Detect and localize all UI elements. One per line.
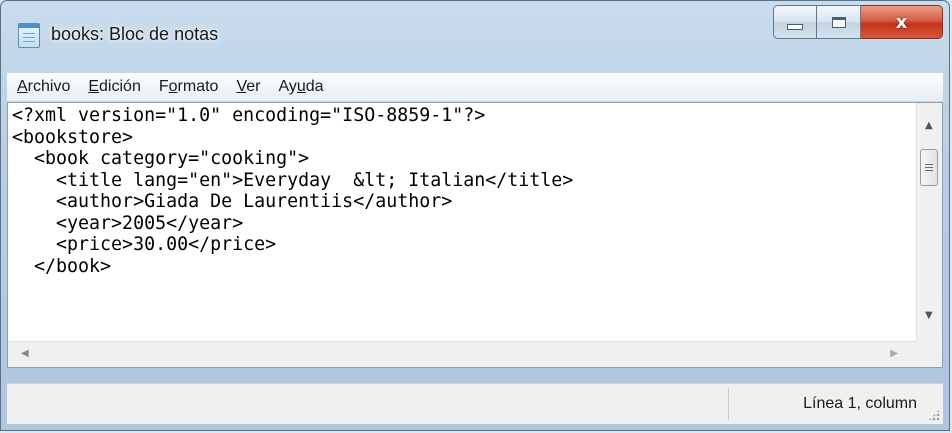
close-button[interactable]: x (861, 5, 943, 39)
menu-edicion[interactable]: Edición (79, 78, 149, 96)
menu-label: dición (99, 78, 141, 95)
menu-mnemonic: V (236, 78, 247, 95)
text-line: <year>2005</year> (12, 212, 244, 234)
grip-line (925, 164, 933, 165)
text-line: <price>30.00</price> (12, 234, 277, 255)
vertical-scrollbar[interactable]: ▲ ▼ (916, 103, 942, 341)
cursor-position: Línea 1, column (803, 395, 917, 412)
scroll-down-icon[interactable]: ▼ (925, 311, 933, 321)
text-editor[interactable]: <?xml version="1.0" encoding="ISO-8859-1… (7, 102, 943, 368)
menu-mnemonic: A (17, 78, 28, 95)
scroll-right-icon[interactable]: ▶ (890, 349, 898, 359)
text-line: <title lang="en">Everyday &lt; Italian</… (12, 169, 574, 191)
title-bar[interactable]: books: Bloc de notas x (1, 1, 949, 61)
menu-label: rchivo (27, 78, 71, 95)
minimize-button[interactable] (773, 5, 817, 39)
text-line: <?xml version="1.0" encoding="ISO-8859-1… (12, 105, 486, 126)
grip-line (925, 170, 933, 171)
horizontal-scrollbar[interactable]: ◀ ▶ (8, 341, 916, 367)
text-line: <book category="cooking"> (12, 148, 310, 169)
menu-mnemonic: o (168, 78, 178, 95)
vertical-scroll-thumb[interactable] (920, 149, 938, 186)
menu-formato[interactable]: Formato (150, 78, 228, 96)
menu-label: rmato (177, 78, 219, 95)
maximize-button[interactable] (817, 5, 861, 39)
scroll-left-icon[interactable]: ◀ (21, 349, 29, 359)
menu-mnemonic: u (296, 78, 306, 95)
window-title: books: Bloc de notas (51, 24, 219, 44)
notepad-icon[interactable] (18, 23, 40, 48)
maximize-icon (831, 16, 846, 28)
menu-mnemonic: E (88, 78, 100, 95)
menu-bar: Archivo Edición Formato Ver Ayuda (7, 73, 943, 102)
grip-line (925, 167, 933, 168)
menu-label-prefix: Ay (278, 78, 297, 95)
text-content[interactable]: <?xml version="1.0" encoding="ISO-8859-1… (8, 103, 916, 341)
text-line: <author>Giada De Laurentiis</author> (12, 191, 453, 212)
menu-label: da (305, 78, 324, 95)
scrollbar-corner (916, 341, 942, 367)
close-icon: x (895, 11, 908, 33)
text-line: <bookstore> (12, 126, 134, 148)
menu-ver[interactable]: Ver (227, 78, 269, 96)
text-line: </book> (12, 255, 112, 277)
menu-label: er (246, 78, 261, 95)
menu-ayuda[interactable]: Ayuda (269, 78, 332, 96)
status-divider (728, 388, 729, 420)
status-bar: Línea 1, column (7, 383, 943, 424)
notepad-window: books: Bloc de notas x Archivo Edición F… (0, 0, 950, 431)
resize-grip-icon[interactable] (928, 409, 940, 421)
menu-archivo[interactable]: Archivo (7, 78, 79, 96)
minimize-icon (787, 24, 803, 30)
caption-buttons: x (773, 5, 943, 41)
scroll-up-icon[interactable]: ▲ (925, 121, 933, 131)
menu-label-prefix: F (158, 78, 169, 95)
